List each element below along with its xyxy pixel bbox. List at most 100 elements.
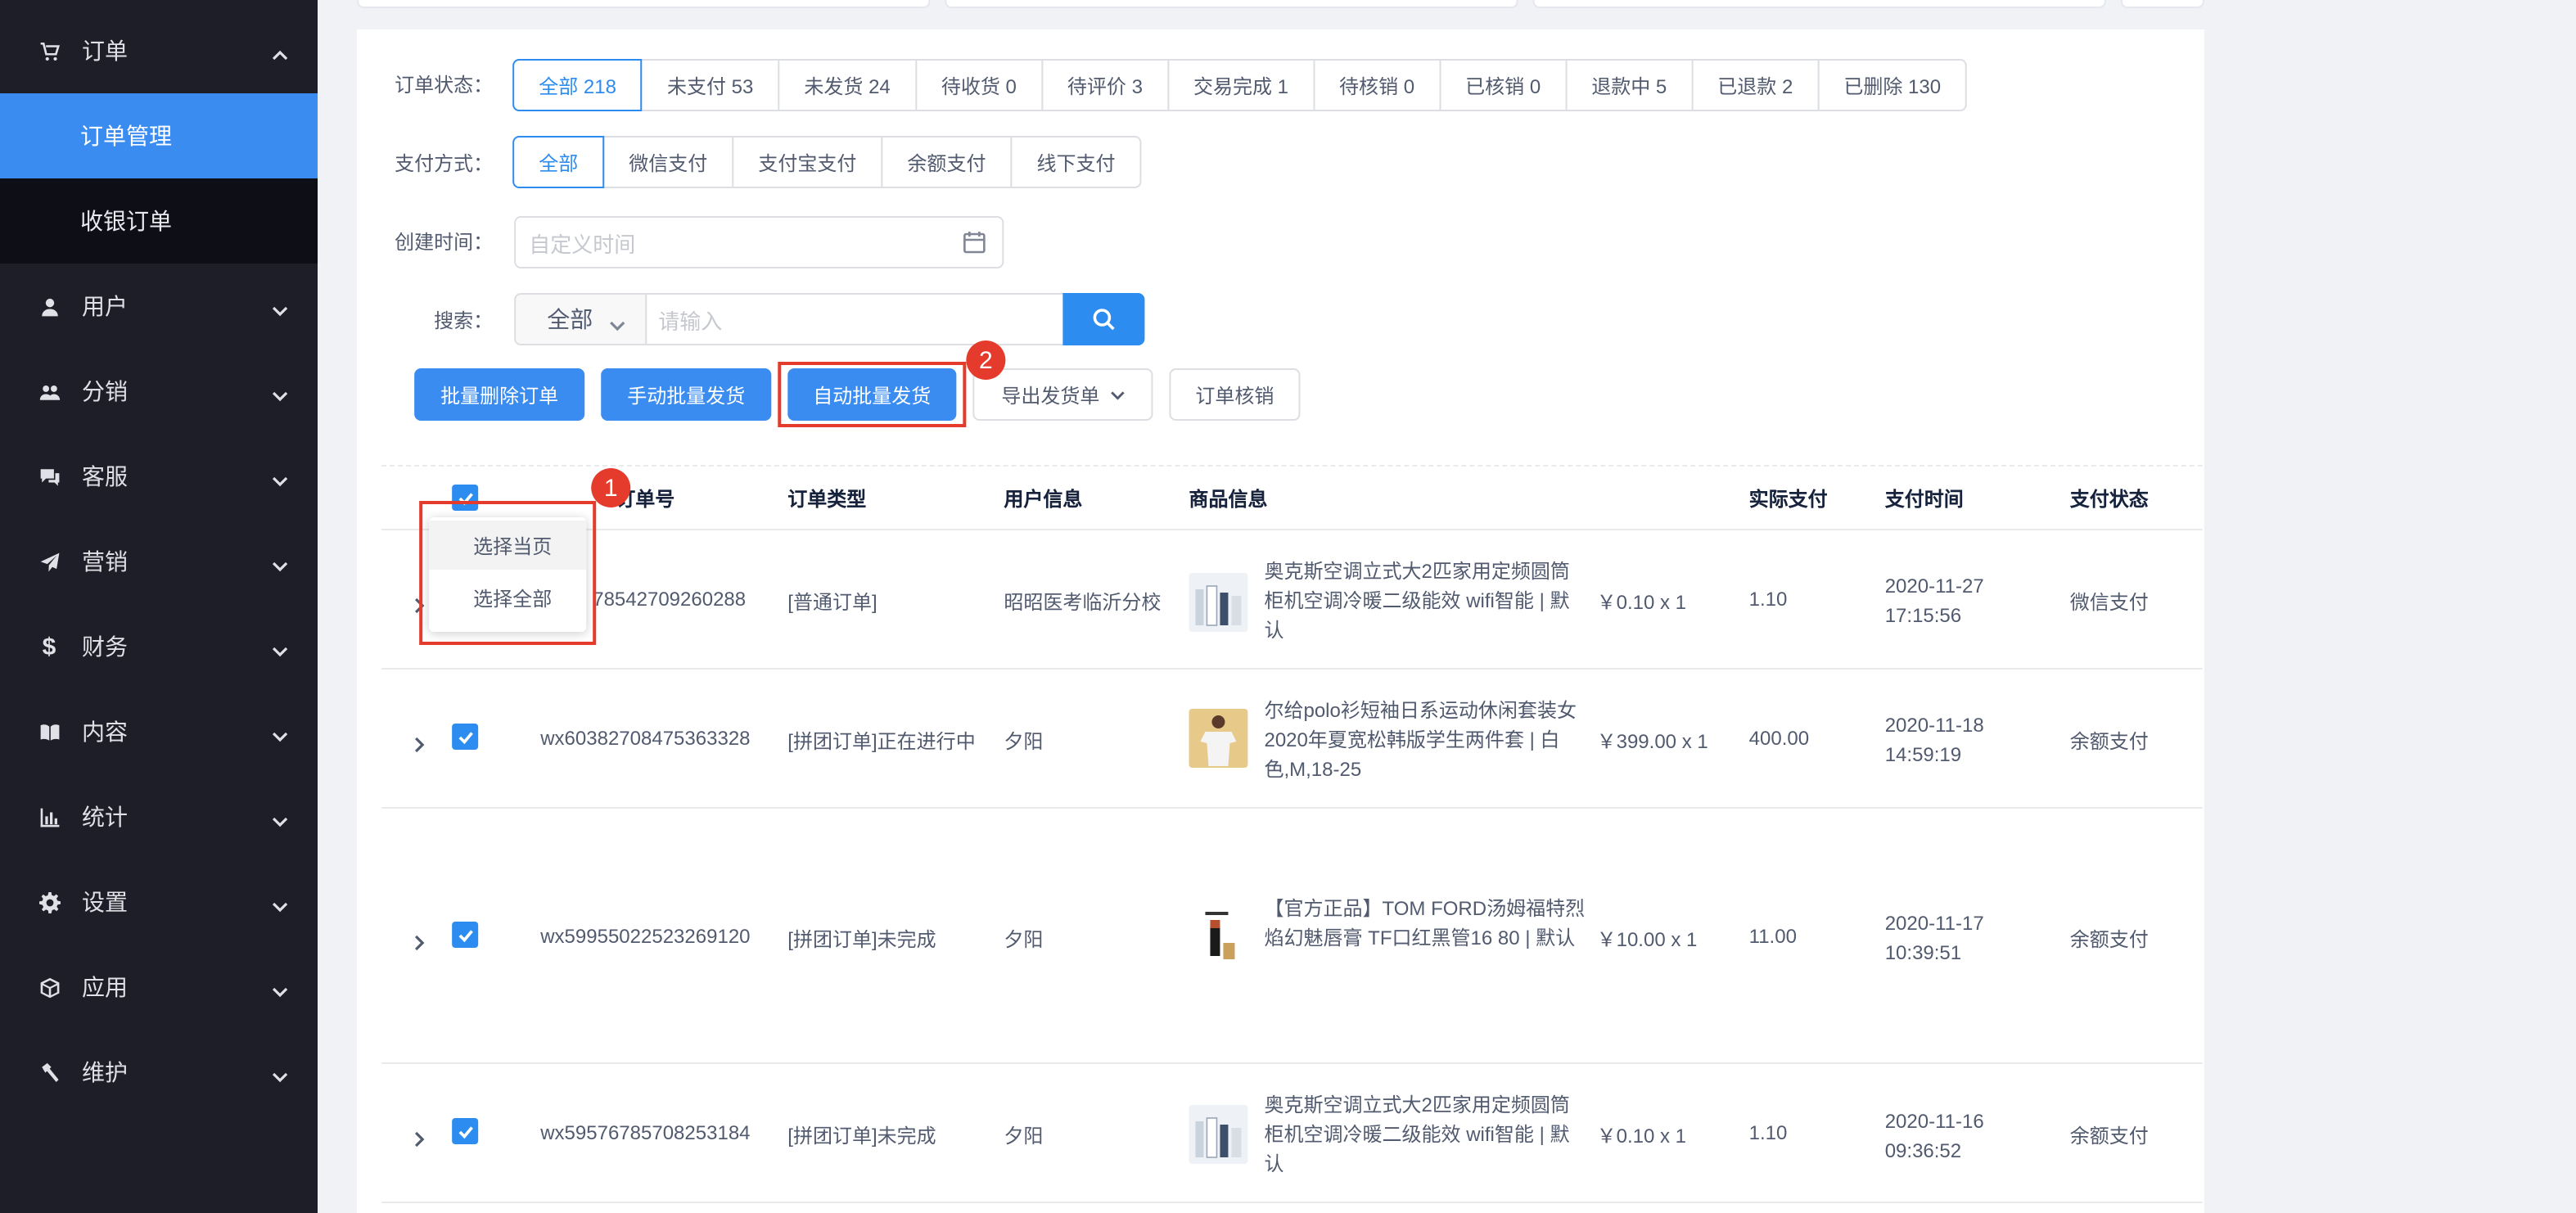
product-name-cell: 尔给polo衫短袖日系运动休闲套装女2020年夏宽松韩版学生两件套 | 白色,M…	[1264, 699, 1577, 781]
header-product-info: 商品信息	[1189, 488, 1268, 511]
paid-cell: 1.10	[1748, 1121, 1788, 1144]
batch-delete-button[interactable]: 批量删除订单	[414, 368, 585, 421]
sidebar-item-label: 用户	[82, 293, 129, 319]
dollar-icon: $	[42, 633, 56, 661]
calendar-icon	[963, 231, 986, 254]
group-icon	[38, 380, 61, 403]
chevron-right-icon[interactable]	[411, 1126, 427, 1148]
status-option-refunded[interactable]: 已退款 2	[1691, 59, 1820, 111]
chevron-down-icon	[272, 894, 288, 913]
row-checkbox[interactable]	[452, 1118, 479, 1144]
sidebar-item-label: 分销	[82, 378, 129, 404]
search-button[interactable]	[1062, 293, 1145, 345]
user-cell: 昭昭医考临沂分校	[1004, 591, 1162, 614]
date-range-input[interactable]: 自定义时间	[514, 216, 1004, 268]
sidebar-subitem-cashier-orders[interactable]: 收银订单	[0, 178, 318, 264]
chevron-right-icon[interactable]	[411, 930, 427, 951]
export-shipping-button[interactable]: 导出发货单	[972, 368, 1153, 421]
status-option-deleted[interactable]: 已删除 130	[1817, 59, 1968, 111]
chevron-down-icon	[609, 313, 625, 331]
create-time-label: 创建时间：	[395, 231, 494, 254]
send-icon	[38, 550, 61, 573]
product-thumbnail	[1189, 1105, 1248, 1164]
sidebar-item-finance[interactable]: $ 财务	[0, 604, 318, 689]
sidebar-item-users[interactable]: 用户	[0, 264, 318, 349]
sidebar-item-label: 财务	[82, 634, 129, 660]
order-no-cell: 78542709260288	[593, 588, 747, 611]
manual-batch-ship-button[interactable]: 手动批量发货	[601, 368, 772, 421]
order-verify-button[interactable]: 订单核销	[1169, 368, 1301, 421]
payment-option-all[interactable]: 全部	[512, 136, 605, 188]
sidebar-item-orders[interactable]: 订单	[0, 8, 318, 93]
row-checkbox[interactable]	[452, 724, 479, 750]
status-option-unshipped[interactable]: 未发货 24	[778, 59, 917, 111]
status-option-unpaid[interactable]: 未支付 53	[640, 59, 780, 111]
sidebar-item-maintenance[interactable]: 维护	[0, 1030, 318, 1115]
annotation-box-1	[419, 501, 597, 645]
order-type-cell: [拼团订单]正在进行中	[787, 730, 976, 753]
sidebar-subitem-order-management[interactable]: 订单管理	[0, 93, 318, 178]
header-pay-status: 支付状态	[2069, 488, 2149, 511]
top-card	[357, 0, 931, 8]
status-option-to-receive[interactable]: 待收货 0	[914, 59, 1043, 111]
pay-time-cell: 2020-11-18 14:59:19	[1884, 714, 1984, 766]
sidebar-item-settings[interactable]: 设置	[0, 859, 318, 945]
sidebar-item-label: 营销	[82, 548, 129, 575]
product-thumbnail	[1189, 709, 1248, 768]
product-name-cell: 【官方正品】TOM FORD汤姆福特烈焰幻魅唇膏 TF口红黑管16 80 | 默…	[1264, 897, 1586, 949]
pay-status-cell: 微信支付	[2069, 591, 2149, 614]
row-checkbox[interactable]	[452, 922, 479, 948]
top-card	[1532, 0, 2106, 8]
chevron-down-icon	[272, 979, 288, 998]
user-cell: 夕阳	[1004, 928, 1044, 951]
sidebar-item-content[interactable]: 内容	[0, 689, 318, 774]
payment-option-balance[interactable]: 余额支付	[881, 136, 1013, 188]
order-type-cell: [普通订单]	[787, 591, 877, 614]
search-icon	[1092, 308, 1115, 331]
chevron-down-icon	[272, 553, 288, 572]
user-cell: 夕阳	[1004, 1125, 1044, 1148]
status-option-to-verify[interactable]: 待核销 0	[1313, 59, 1441, 111]
chevron-down-icon	[272, 638, 288, 657]
row-divider	[381, 807, 2203, 809]
bar-chart-icon	[38, 805, 61, 828]
annotation-badge-1: 1	[591, 468, 631, 507]
status-option-to-review[interactable]: 待评价 3	[1040, 59, 1169, 111]
chevron-down-icon	[272, 1064, 288, 1083]
sidebar-item-customer-service[interactable]: 客服	[0, 434, 318, 519]
status-option-completed[interactable]: 交易完成 1	[1166, 59, 1315, 111]
order-no-cell: wx60382708475363328	[540, 727, 751, 750]
payment-option-offline[interactable]: 线下支付	[1010, 136, 1142, 188]
sidebar-item-marketing[interactable]: 营销	[0, 519, 318, 604]
row-divider	[381, 529, 2203, 530]
order-status-label: 订单状态：	[395, 74, 494, 97]
chevron-down-icon	[272, 809, 288, 827]
sidebar-item-label: 应用	[82, 974, 129, 1000]
chevron-right-icon[interactable]	[411, 732, 427, 753]
sidebar-item-label: 订单	[82, 38, 129, 64]
chevron-down-icon	[272, 383, 288, 402]
status-option-verified[interactable]: 已核销 0	[1439, 59, 1568, 111]
user-icon	[38, 295, 61, 318]
paid-cell: 11.00	[1748, 925, 1797, 948]
pay-status-cell: 余额支付	[2069, 730, 2149, 753]
product-name-cell: 奥克斯空调立式大2匹家用定频圆筒柜机空调冷暖二级能效 wifi智能 | 默认	[1264, 1094, 1570, 1175]
product-thumbnail	[1189, 907, 1248, 966]
search-field-select[interactable]: 全部	[514, 293, 647, 345]
payment-option-wechat[interactable]: 微信支付	[602, 136, 734, 188]
hammer-icon	[38, 1061, 61, 1084]
row-divider	[381, 1202, 2203, 1203]
status-option-refunding[interactable]: 退款中 5	[1565, 59, 1694, 111]
sidebar-subitem-label: 订单管理	[80, 123, 173, 149]
annotation-box-2	[778, 362, 967, 427]
search-input[interactable]: 请输入	[645, 293, 1065, 345]
sidebar-item-distribution[interactable]: 分销	[0, 349, 318, 434]
paid-cell: 1.10	[1748, 588, 1788, 611]
status-option-all[interactable]: 全部 218	[512, 59, 643, 111]
sidebar-item-label: 设置	[82, 889, 129, 915]
payment-option-alipay[interactable]: 支付宝支付	[732, 136, 883, 188]
pay-time-cell: 2020-11-17 10:39:51	[1884, 912, 1984, 964]
sidebar-item-apps[interactable]: 应用	[0, 945, 318, 1030]
sidebar-item-statistics[interactable]: 统计	[0, 774, 318, 859]
search-label: 搜索：	[434, 309, 494, 332]
